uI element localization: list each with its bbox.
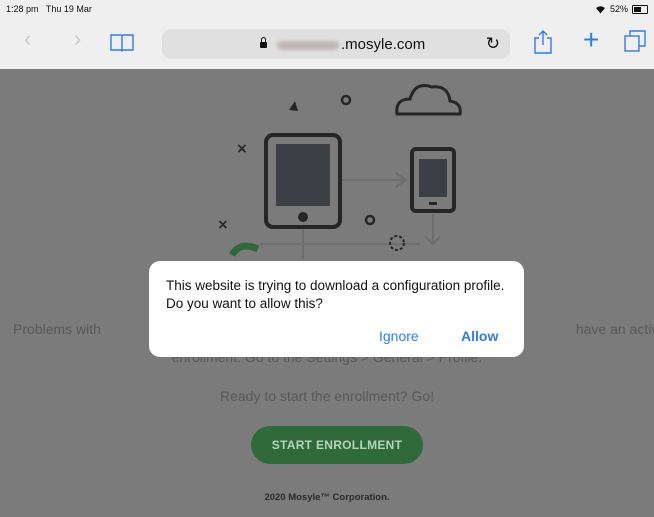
x-shape: × (236, 141, 248, 157)
back-button[interactable]: ‹ (24, 26, 31, 52)
dialog-message: This website is trying to download a con… (166, 278, 505, 311)
cloud-icon (395, 84, 462, 116)
ready-text: Ready to start the enrollment? Go! (220, 388, 434, 404)
reload-icon[interactable]: ↻ (486, 34, 500, 54)
x-shape-2: × (217, 217, 229, 233)
battery-icon (632, 4, 648, 14)
forward-button[interactable]: › (74, 26, 81, 52)
download-profile-dialog: This website is trying to download a con… (149, 261, 524, 357)
status-time: 1:28 pm (6, 4, 39, 14)
bookmarks-icon[interactable] (110, 32, 134, 52)
tabs-icon[interactable] (624, 30, 646, 52)
address-bar[interactable]: .mosyle.com ↻ (162, 29, 510, 59)
progress-arc (228, 242, 260, 257)
triangle-shape (289, 101, 298, 111)
browser-toolbar: ‹ › .mosyle.com ↻ + (0, 18, 654, 69)
battery-percent: 52% (609, 4, 628, 14)
url-domain: .mosyle.com (341, 36, 426, 53)
lock-icon (260, 37, 267, 49)
redacted-subdomain (277, 40, 339, 50)
status-date: Thu 19 Mar (45, 4, 92, 14)
new-tab-icon[interactable]: + (583, 24, 599, 56)
circle-shape-2 (364, 214, 376, 226)
footer-copyright: 2020 Mosyle™ Corporation. (264, 492, 390, 503)
share-icon[interactable] (534, 30, 552, 54)
enrollment-illustration: × × (217, 84, 462, 259)
allow-button[interactable]: Allow (461, 328, 498, 344)
wifi-icon (595, 5, 605, 13)
start-enrollment-button[interactable]: START ENROLLMENT (251, 426, 423, 464)
status-bar: 1:28 pm Thu 19 Mar 52% (0, 0, 654, 18)
circle-shape (340, 94, 352, 106)
ignore-button[interactable]: Ignore (379, 328, 419, 344)
